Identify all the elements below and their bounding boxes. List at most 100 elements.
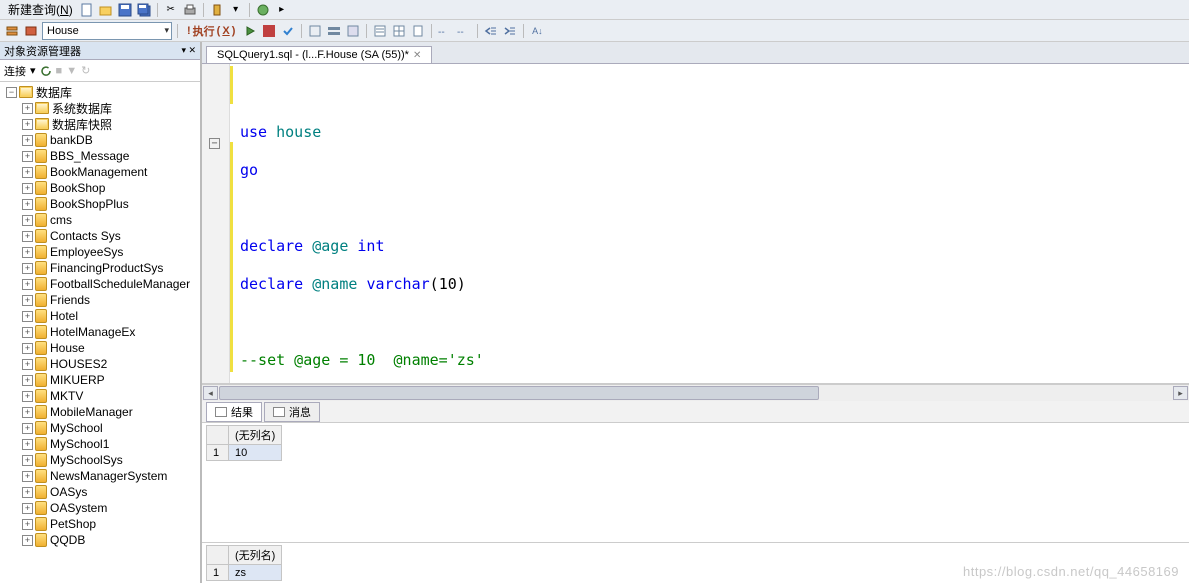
tree-database[interactable]: +Friends bbox=[2, 292, 198, 308]
pin-icon[interactable]: ▾ ✕ bbox=[181, 45, 196, 56]
tree-database[interactable]: +MySchool1 bbox=[2, 436, 198, 452]
change-connection-icon[interactable] bbox=[4, 23, 20, 39]
close-icon[interactable]: ✕ bbox=[413, 50, 421, 61]
expand-icon[interactable]: + bbox=[22, 327, 33, 338]
tree-database[interactable]: +HotelManageEx bbox=[2, 324, 198, 340]
expand-icon[interactable]: + bbox=[22, 519, 33, 530]
specify-values-icon[interactable]: A↓ bbox=[529, 23, 545, 39]
expand-icon[interactable]: + bbox=[22, 439, 33, 450]
increase-indent-icon[interactable] bbox=[502, 23, 518, 39]
expand-icon[interactable]: + bbox=[22, 391, 33, 402]
tree-database[interactable]: +QQDB bbox=[2, 532, 198, 548]
expand-icon[interactable]: + bbox=[22, 119, 33, 130]
open-icon[interactable] bbox=[98, 2, 114, 18]
connect-label[interactable]: 连接 bbox=[4, 63, 26, 79]
cell[interactable]: zs bbox=[229, 565, 282, 581]
tree-database[interactable]: +cms bbox=[2, 212, 198, 228]
clear-filter-icon[interactable]: ↻ bbox=[81, 64, 90, 77]
tab-sqlquery1[interactable]: SQLQuery1.sql - (l...F.House (SA (55))* … bbox=[206, 46, 432, 63]
scroll-thumb[interactable] bbox=[219, 386, 819, 400]
col-header[interactable]: (无列名) bbox=[229, 546, 282, 565]
database-combo[interactable]: House bbox=[42, 22, 172, 40]
tree-database[interactable]: +BookShopPlus bbox=[2, 196, 198, 212]
uncomment-icon[interactable]: -- bbox=[456, 23, 472, 39]
results-to-text-icon[interactable] bbox=[372, 23, 388, 39]
tree-database[interactable]: +bankDB bbox=[2, 132, 198, 148]
tree-database[interactable]: +MySchoolSys bbox=[2, 452, 198, 468]
registered-servers-icon[interactable] bbox=[209, 2, 225, 18]
expand-icon[interactable]: + bbox=[22, 311, 33, 322]
result-table[interactable]: (无列名) 1zs bbox=[206, 545, 282, 581]
new-query-menu[interactable]: 新建查询(N) bbox=[4, 0, 77, 20]
tree-database[interactable]: +House bbox=[2, 340, 198, 356]
expand-icon[interactable]: + bbox=[22, 407, 33, 418]
expand-icon[interactable]: + bbox=[22, 199, 33, 210]
tree-database[interactable]: +HOUSES2 bbox=[2, 356, 198, 372]
expand-icon[interactable]: + bbox=[22, 279, 33, 290]
save-icon[interactable] bbox=[117, 2, 133, 18]
execute-button[interactable]: ! 执行(X) bbox=[183, 21, 239, 41]
tree-database[interactable]: +PetShop bbox=[2, 516, 198, 532]
tree-database[interactable]: +NewsManagerSystem bbox=[2, 468, 198, 484]
activity-monitor-icon[interactable] bbox=[255, 2, 271, 18]
parse-icon[interactable] bbox=[280, 23, 296, 39]
tree-database[interactable]: +BookManagement bbox=[2, 164, 198, 180]
results-to-grid-icon[interactable] bbox=[391, 23, 407, 39]
expand-icon[interactable]: + bbox=[22, 343, 33, 354]
tree-database[interactable]: +BookShop bbox=[2, 180, 198, 196]
expand-icon[interactable]: + bbox=[22, 503, 33, 514]
tree-folder[interactable]: +数据库快照 bbox=[2, 116, 198, 132]
expand-icon[interactable]: + bbox=[22, 231, 33, 242]
expand-icon[interactable]: + bbox=[22, 151, 33, 162]
tab-messages[interactable]: 消息 bbox=[264, 402, 320, 422]
tree-database[interactable]: +MySchool bbox=[2, 420, 198, 436]
stop-icon[interactable]: ■ bbox=[56, 65, 63, 77]
tree-database[interactable]: +MIKUERP bbox=[2, 372, 198, 388]
include-plan-icon[interactable] bbox=[326, 23, 342, 39]
expand-icon[interactable]: + bbox=[22, 215, 33, 226]
new-doc-icon[interactable] bbox=[79, 2, 95, 18]
scroll-left-icon[interactable]: ◂ bbox=[203, 386, 218, 400]
col-header[interactable]: (无列名) bbox=[229, 426, 282, 445]
scroll-right-icon[interactable]: ▸ bbox=[1173, 386, 1188, 400]
tree-database[interactable]: +Hotel bbox=[2, 308, 198, 324]
display-plan-icon[interactable] bbox=[307, 23, 323, 39]
decrease-indent-icon[interactable] bbox=[483, 23, 499, 39]
expand-icon[interactable]: + bbox=[22, 167, 33, 178]
cut-icon[interactable]: ✂ bbox=[163, 2, 179, 18]
comment-icon[interactable]: -- bbox=[437, 23, 453, 39]
tree-database[interactable]: +OASystem bbox=[2, 500, 198, 516]
print-icon[interactable] bbox=[182, 2, 198, 18]
tree-database[interactable]: +BBS_Message bbox=[2, 148, 198, 164]
tree-database[interactable]: +MobileManager bbox=[2, 404, 198, 420]
collapse-icon[interactable]: − bbox=[6, 87, 17, 98]
disconnect-icon[interactable] bbox=[23, 23, 39, 39]
tree-root-databases[interactable]: − 数据库 bbox=[2, 84, 198, 100]
tab-results[interactable]: 结果 bbox=[206, 402, 262, 422]
expand-icon[interactable]: + bbox=[22, 423, 33, 434]
fold-icon[interactable]: − bbox=[209, 138, 220, 149]
expand-icon[interactable]: + bbox=[22, 359, 33, 370]
expand-icon[interactable]: + bbox=[22, 183, 33, 194]
tree-database[interactable]: +Contacts Sys bbox=[2, 228, 198, 244]
expand-icon[interactable]: + bbox=[22, 247, 33, 258]
expand-icon[interactable]: + bbox=[22, 135, 33, 146]
editor-hscroll[interactable]: ◂ ▸ bbox=[202, 384, 1189, 401]
expand-icon[interactable]: + bbox=[22, 535, 33, 546]
save-all-icon[interactable] bbox=[136, 2, 152, 18]
object-tree[interactable]: − 数据库 +系统数据库+数据库快照+bankDB+BBS_Message+Bo… bbox=[0, 82, 200, 583]
debug-icon[interactable] bbox=[242, 23, 258, 39]
code-editor[interactable]: − use house go declare @age int declare … bbox=[202, 64, 1189, 384]
refresh-icon[interactable] bbox=[40, 65, 52, 77]
row-header[interactable]: 1 bbox=[207, 565, 229, 581]
expand-icon[interactable]: + bbox=[22, 487, 33, 498]
results-to-file-icon[interactable] bbox=[410, 23, 426, 39]
expand-icon[interactable]: + bbox=[22, 295, 33, 306]
cancel-query-icon[interactable] bbox=[261, 23, 277, 39]
result-table[interactable]: (无列名) 110 bbox=[206, 425, 282, 461]
expand-icon[interactable]: + bbox=[22, 471, 33, 482]
tree-database[interactable]: +MKTV bbox=[2, 388, 198, 404]
client-stats-icon[interactable] bbox=[345, 23, 361, 39]
filter-icon[interactable]: ▼ bbox=[66, 65, 77, 77]
dropdown-icon[interactable]: ▾ bbox=[228, 2, 244, 18]
